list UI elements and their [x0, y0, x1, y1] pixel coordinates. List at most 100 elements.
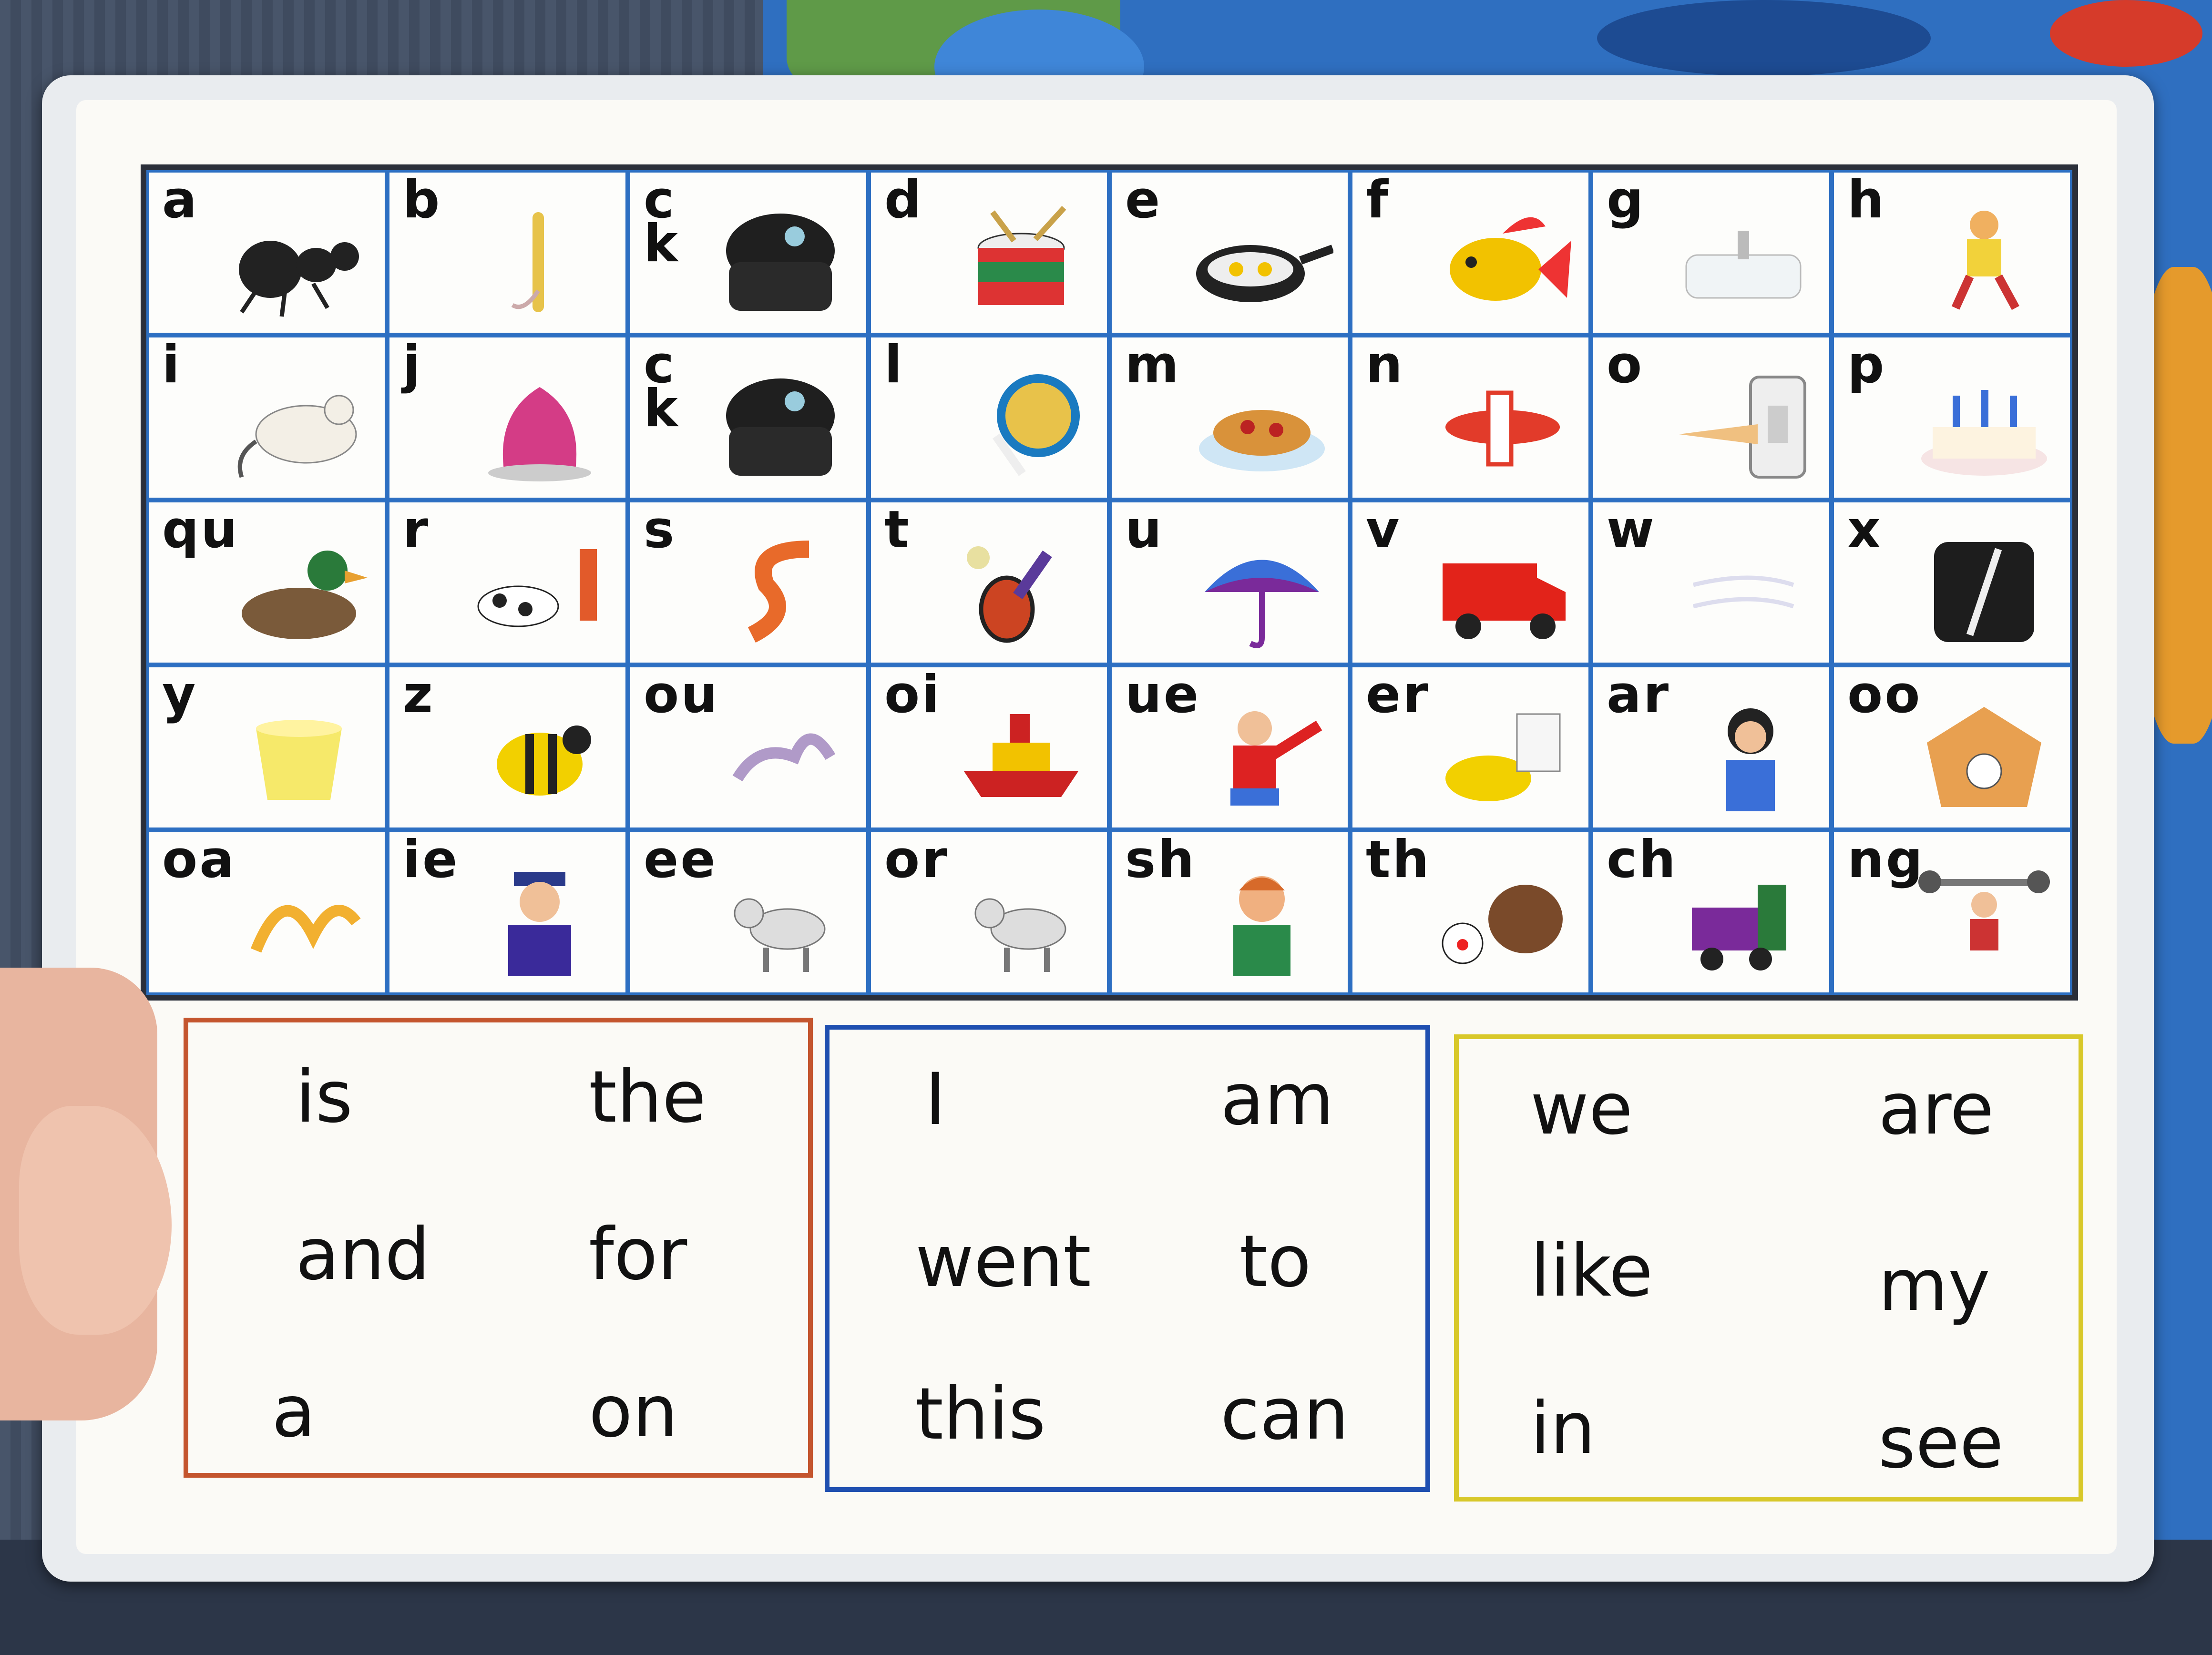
rug-dark-shape: [1597, 0, 1931, 76]
letter-label: oa: [162, 830, 236, 889]
word-box-red: is the and for a on: [184, 1018, 813, 1478]
letter-label: j: [403, 335, 423, 395]
word-box-blue: I am went to this can: [825, 1025, 1430, 1492]
letter-cell: th: [1350, 830, 1591, 995]
word: went: [915, 1220, 1091, 1303]
letter-cell: f: [1350, 170, 1591, 335]
mouse-icon: [227, 370, 370, 484]
letter-label: h: [1847, 170, 1886, 230]
letter-label: y: [162, 665, 198, 725]
word: see: [1878, 1401, 2004, 1484]
letter-label: l: [884, 335, 904, 395]
letter-cell: h: [1832, 170, 2072, 335]
letter-cell: oi: [869, 665, 1109, 830]
letter-cell: ou: [628, 665, 869, 830]
letter-label: ou: [644, 665, 720, 725]
letter-cell: ch: [1591, 830, 1832, 995]
letter-label: ie: [403, 830, 460, 889]
letter-cell: ng: [1832, 830, 2072, 995]
girl-jumping-icon: [1913, 205, 2056, 319]
word: can: [1220, 1373, 1349, 1456]
weightlifter-icon: [1913, 865, 2056, 979]
letter-cell: qu: [146, 500, 387, 665]
letter-cell: x: [1832, 500, 2072, 665]
letter-cell: y: [146, 665, 387, 830]
duck-icon: [227, 535, 370, 649]
spaghetti-icon: [1190, 370, 1333, 484]
bee-icon: [468, 700, 611, 814]
yogurt-icon: [227, 700, 370, 814]
word: a: [272, 1370, 316, 1453]
letter-cell: m: [1109, 335, 1350, 500]
letter-cell: s: [628, 500, 869, 665]
letter-cell: w: [1591, 500, 1832, 665]
letter-cell: or: [869, 830, 1109, 995]
letter-label: th: [1366, 830, 1431, 889]
letter-label: er: [1366, 665, 1430, 725]
letter-cell: j: [387, 335, 628, 500]
word: on: [589, 1370, 678, 1453]
word: are: [1878, 1068, 1994, 1151]
lollipop-icon: [950, 370, 1093, 484]
letter-label: b: [403, 170, 442, 230]
sink-icon: [1672, 205, 1815, 319]
egg-pan-icon: [1190, 205, 1333, 319]
letter-label: u: [1125, 500, 1164, 560]
rug-red-shape: [2050, 0, 2202, 67]
dog-tugging-icon: [468, 535, 611, 649]
word: we: [1530, 1068, 1633, 1151]
letter-cell: u: [1109, 500, 1350, 665]
letter-cell: a: [146, 170, 387, 335]
letter-label: d: [884, 170, 923, 230]
word: to: [1239, 1220, 1311, 1303]
letter-label: r: [403, 500, 430, 560]
letter-cell: oo: [1832, 665, 2072, 830]
word-box-yellow: we are like my in see: [1454, 1034, 2083, 1502]
cuckoo-clock-icon: [1913, 700, 2056, 814]
letter-cell: er: [1350, 665, 1591, 830]
letter-cell: t: [869, 500, 1109, 665]
letter-label: m: [1125, 335, 1181, 395]
boy-shushing-icon: [1190, 865, 1333, 979]
letter-cell: ee: [628, 830, 869, 995]
tennis-racket-icon: [950, 535, 1093, 649]
letter-label: oo: [1847, 665, 1922, 725]
word: is: [296, 1056, 353, 1139]
word: in: [1530, 1387, 1596, 1470]
word: like: [1530, 1230, 1653, 1313]
word: I: [925, 1058, 946, 1141]
letter-label: t: [884, 500, 911, 560]
letter-label: n: [1366, 335, 1404, 395]
letter-label: or: [884, 830, 949, 889]
word: and: [296, 1213, 430, 1296]
cloud-icon: [709, 700, 852, 814]
mixer-icon: [1431, 700, 1574, 814]
snake-icon: [709, 535, 852, 649]
letter-cell: sh: [1109, 830, 1350, 995]
light-switch-icon: [1672, 370, 1815, 484]
letter-label: ee: [644, 830, 717, 889]
x-ray-icon: [1913, 535, 2056, 649]
letter-label: x: [1847, 500, 1883, 560]
word: this: [915, 1373, 1046, 1456]
letter-label: g: [1607, 170, 1646, 230]
letter-label: c k: [644, 335, 680, 439]
letter-label: o: [1607, 335, 1644, 395]
letter-cell: e: [1109, 170, 1350, 335]
plane-icon: [1431, 370, 1574, 484]
letter-label: c k: [644, 170, 680, 274]
letter-label: p: [1847, 335, 1886, 395]
letter-label: sh: [1125, 830, 1197, 889]
umbrella-icon: [1190, 535, 1333, 649]
letter-label: a: [162, 170, 199, 230]
clown-hedgehog-icon: [1431, 865, 1574, 979]
letter-cell: oa: [146, 830, 387, 995]
word: for: [589, 1213, 687, 1296]
donkey-icon: [950, 865, 1093, 979]
fish-icon: [1431, 205, 1574, 319]
letter-cell: ar: [1591, 665, 1832, 830]
letter-label: s: [644, 500, 676, 560]
word: the: [589, 1056, 707, 1139]
letter-label: i: [162, 335, 182, 395]
donkey-icon: [709, 865, 852, 979]
